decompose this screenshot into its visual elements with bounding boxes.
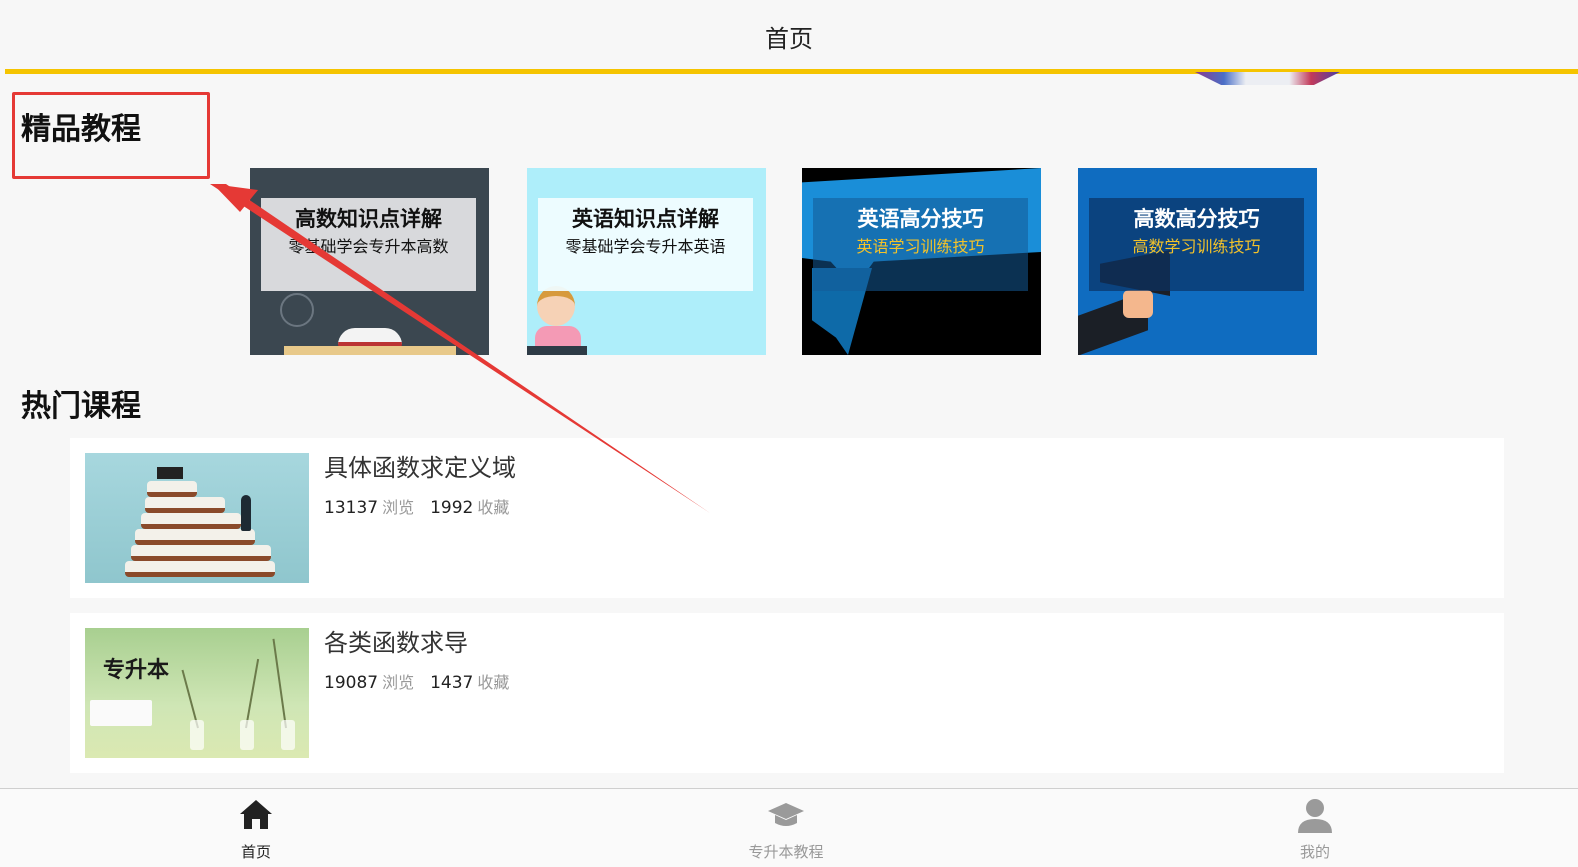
card-title: 高数知识点详解 xyxy=(295,207,442,231)
course-item[interactable]: 专升本 各类函数求导 19087 浏览 1437 收藏 xyxy=(70,613,1504,773)
tab-label: 专升本教程 xyxy=(748,843,824,861)
graduation-cap-icon xyxy=(768,803,804,826)
tab-label: 首页 xyxy=(240,843,271,861)
card-title: 高数高分技巧 xyxy=(1133,207,1260,231)
book-icon xyxy=(338,328,402,346)
desk-decoration xyxy=(527,346,587,355)
tab-courses[interactable]: 专升本教程 xyxy=(716,795,856,862)
hand-decoration xyxy=(1123,290,1153,318)
top-bar: 首页 xyxy=(0,0,1578,72)
card-title: 英语高分技巧 xyxy=(857,207,984,231)
banner-peek[interactable] xyxy=(1195,72,1340,85)
card-overlay: 英语知识点详解 零基础学会专升本英语 xyxy=(538,198,753,291)
bottom-tab-bar: 首页 专升本教程 我的 xyxy=(0,788,1578,867)
premium-card-english-tips[interactable]: 英语高分技巧 英语学习训练技巧 xyxy=(802,168,1041,355)
card-overlay: 英语高分技巧 英语学习训练技巧 xyxy=(813,198,1028,291)
course-thumbnail: 专升本 xyxy=(85,628,309,758)
fav-unit: 收藏 xyxy=(477,673,510,692)
tab-me[interactable]: 我的 xyxy=(1245,795,1385,862)
view-count: 19087 xyxy=(324,673,379,693)
desk-decoration xyxy=(284,346,456,355)
premium-card-math-tips[interactable]: 高数高分技巧 高数学习训练技巧 xyxy=(1078,168,1317,355)
premium-card-english-detail[interactable]: 英语知识点详解 零基础学会专升本英语 xyxy=(527,168,766,355)
bench-decoration xyxy=(90,700,152,726)
card-overlay: 高数高分技巧 高数学习训练技巧 xyxy=(1089,198,1304,291)
view-unit: 浏览 xyxy=(382,673,415,692)
fav-count: 1992 xyxy=(430,498,474,518)
graduation-cap-icon xyxy=(157,467,183,479)
card-subtitle: 高数学习训练技巧 xyxy=(1132,237,1261,256)
card-subtitle: 零基础学会专升本英语 xyxy=(565,237,726,256)
course-title: 具体函数求定义域 xyxy=(324,454,516,482)
card-subtitle: 英语学习训练技巧 xyxy=(856,237,985,256)
annotation-highlight-box xyxy=(12,92,210,179)
tab-label: 我的 xyxy=(1299,843,1330,861)
globe-icon xyxy=(280,293,314,327)
section-title-hot: 热门课程 xyxy=(21,389,141,424)
home-icon xyxy=(240,800,272,829)
course-stats: 13137 浏览 1992 收藏 xyxy=(324,494,509,518)
thumbnail-label: 专升本 xyxy=(103,657,170,683)
fav-unit: 收藏 xyxy=(477,498,510,517)
card-title: 英语知识点详解 xyxy=(572,207,719,231)
course-title: 各类函数求导 xyxy=(324,629,468,657)
view-count: 13137 xyxy=(324,498,379,518)
page-title: 首页 xyxy=(765,24,813,53)
course-stats: 19087 浏览 1437 收藏 xyxy=(324,669,509,693)
user-icon xyxy=(1298,799,1332,833)
view-unit: 浏览 xyxy=(382,498,415,517)
girl-illustration-body xyxy=(535,326,581,348)
course-item[interactable]: 具体函数求定义域 13137 浏览 1992 收藏 xyxy=(70,438,1504,598)
fav-count: 1437 xyxy=(430,673,474,693)
premium-card-math-detail[interactable]: 高数知识点详解 零基础学会专升本高数 xyxy=(250,168,489,355)
card-subtitle: 零基础学会专升本高数 xyxy=(288,237,449,256)
tab-home[interactable]: 首页 xyxy=(186,795,326,862)
course-thumbnail xyxy=(85,453,309,583)
card-overlay: 高数知识点详解 零基础学会专升本高数 xyxy=(261,198,476,291)
girl-illustration-head xyxy=(537,286,575,326)
accent-line xyxy=(5,69,1578,74)
person-figure xyxy=(241,495,251,531)
